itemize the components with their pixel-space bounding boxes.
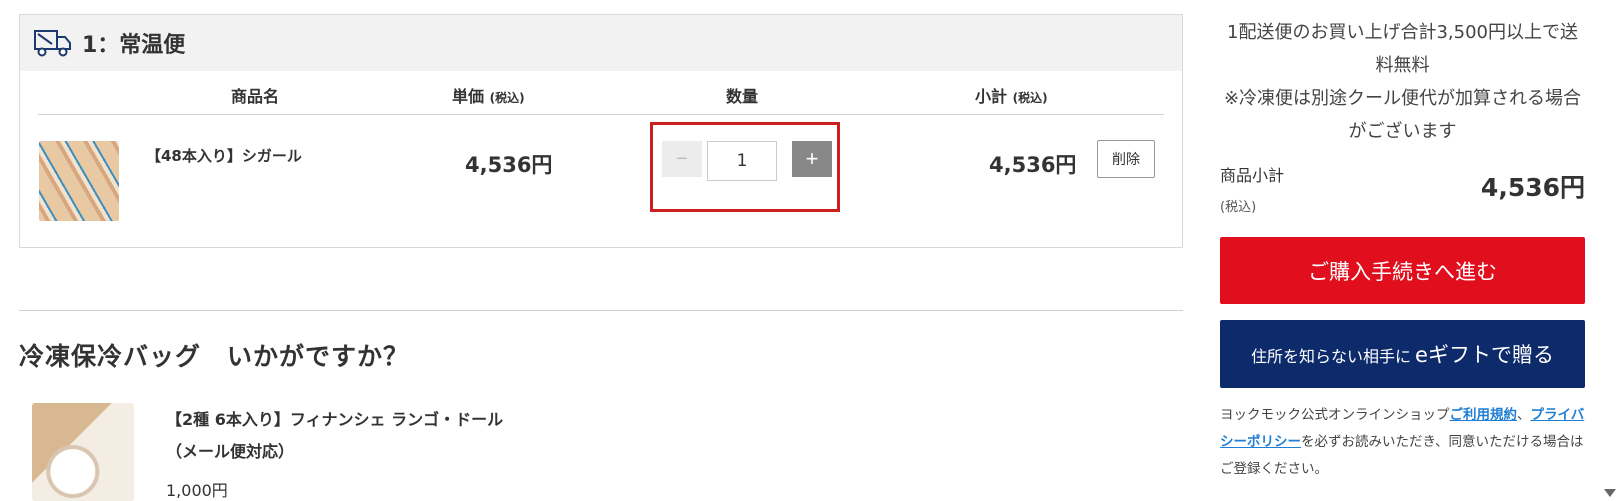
egift-button-prefix: 住所を知らない相手に (1251, 347, 1412, 366)
terms-link[interactable]: ご利用規約 (1450, 407, 1518, 423)
scroll-down-arrow-icon[interactable] (1604, 489, 1616, 497)
recommend-product-image[interactable] (32, 403, 134, 501)
column-headers: 商品名 単価 (税込) 数量 小計 (税込) (38, 71, 1164, 115)
cart-title: 1：常温便 (82, 33, 186, 58)
egift-button-main: eギフトで贈る (1415, 343, 1554, 367)
terms-separator: 、 (1517, 407, 1531, 423)
subtotal-tax-label: (税込) (1220, 200, 1257, 215)
quantity-minus-button[interactable]: − (662, 141, 702, 177)
section-divider (19, 310, 1183, 311)
recommend-product-name[interactable]: 【2種 6本入り】フィナンシェ ランゴ・ドール（メール便対応） (166, 404, 506, 468)
delete-button[interactable]: 削除 (1097, 140, 1155, 178)
unit-price: 4,536円 (465, 153, 553, 177)
free-shipping-note: 1配送便のお買い上げ合計3,500円以上で送料無料 (1227, 22, 1578, 76)
col-subtotal: 小計 (税込) (975, 87, 1048, 106)
egift-button[interactable]: 住所を知らない相手に eギフトで贈る (1220, 320, 1585, 388)
recommend-title: 冷凍保冷バッグ いかがですか？ (19, 342, 410, 371)
shipping-notice: 1配送便のお買い上げ合計3,500円以上で送料無料 ※冷凍便は別途クール便代が加… (1220, 16, 1585, 148)
quantity-input[interactable] (707, 141, 777, 181)
checkout-button[interactable]: ご購入手続きへ進む (1220, 237, 1585, 304)
col-unit-price: 単価 (税込) (452, 87, 525, 106)
item-subtotal: 4,536円 (989, 153, 1077, 177)
subtotal-label: 商品小計 (1220, 166, 1285, 185)
cart-header: 1：常温便 (20, 15, 1182, 71)
delivery-truck-icon (34, 30, 71, 57)
quantity-plus-button[interactable]: + (792, 141, 832, 177)
product-thumbnail[interactable] (39, 141, 119, 221)
terms-prefix: ヨックモック公式オンラインショップ (1220, 407, 1450, 423)
cart-section: 1：常温便 商品名 単価 (税込) 数量 小計 (税込) 【48本入り】シガール… (19, 14, 1183, 248)
subtotal-value: 4,536円 (1480, 173, 1585, 202)
product-name[interactable]: 【48本入り】シガール (146, 145, 302, 166)
terms-text: ヨックモック公式オンラインショップご利用規約、プライバシーポリシーを必ずお読みい… (1220, 402, 1585, 483)
col-quantity: 数量 (726, 87, 759, 106)
recommend-product-price: 1,000円 (166, 481, 228, 500)
col-product: 商品名 (231, 87, 280, 106)
cool-delivery-note: ※冷凍便は別途クール便代が加算される場合がございます (1223, 88, 1582, 142)
